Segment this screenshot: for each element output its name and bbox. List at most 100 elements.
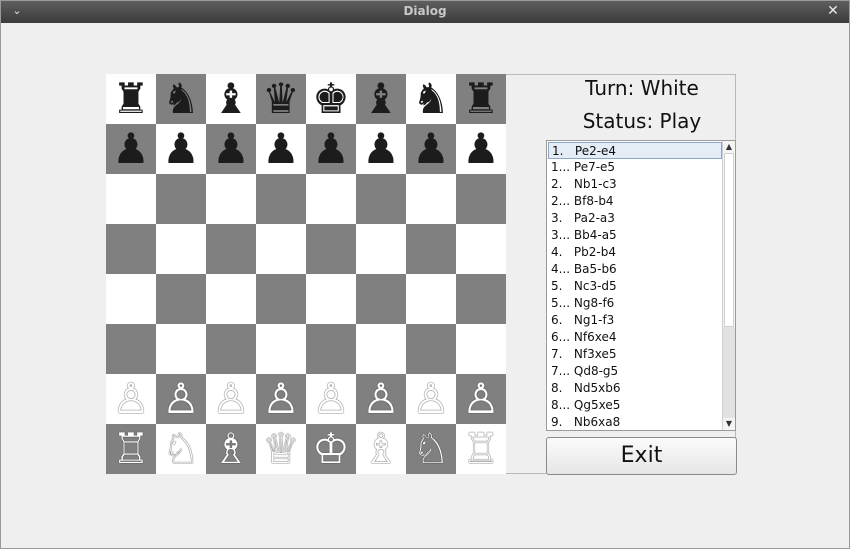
- move-list-item[interactable]: 8... Qg5xe5: [548, 397, 722, 414]
- square-a6[interactable]: [106, 174, 156, 224]
- exit-button[interactable]: Exit: [546, 437, 737, 475]
- square-f7[interactable]: ♟: [356, 124, 406, 174]
- square-b6[interactable]: [156, 174, 206, 224]
- black-piece-icon[interactable]: ♟: [106, 124, 156, 174]
- square-e3[interactable]: [306, 324, 356, 374]
- square-h4[interactable]: [456, 274, 506, 324]
- square-d6[interactable]: [256, 174, 306, 224]
- square-c2[interactable]: ♙: [206, 374, 256, 424]
- square-a4[interactable]: [106, 274, 156, 324]
- move-list-item[interactable]: 1. Pe2-e4: [548, 142, 722, 159]
- square-c7[interactable]: ♟: [206, 124, 256, 174]
- square-g5[interactable]: [406, 224, 456, 274]
- square-h5[interactable]: [456, 224, 506, 274]
- square-c3[interactable]: [206, 324, 256, 374]
- square-g1[interactable]: ♘: [406, 424, 456, 474]
- black-piece-icon[interactable]: ♚: [306, 74, 356, 124]
- square-a5[interactable]: [106, 224, 156, 274]
- white-piece-icon[interactable]: ♘: [406, 424, 456, 474]
- white-piece-icon[interactable]: ♖: [106, 424, 156, 474]
- square-f4[interactable]: [356, 274, 406, 324]
- black-piece-icon[interactable]: ♞: [406, 74, 456, 124]
- black-piece-icon[interactable]: ♛: [256, 74, 306, 124]
- black-piece-icon[interactable]: ♜: [456, 74, 506, 124]
- move-list-item[interactable]: 2... Bf8-b4: [548, 193, 722, 210]
- square-d5[interactable]: [256, 224, 306, 274]
- move-list-item[interactable]: 3... Bb4-a5: [548, 227, 722, 244]
- white-piece-icon[interactable]: ♙: [106, 374, 156, 424]
- chess-board[interactable]: ♜ ♞ ♝ ♛ ♚ ♝ ♞ ♜ ♟ ♟ ♟ ♟ ♟ ♟ ♟ ♟ ♙ ♙ ♙ ♙ ♙ ♙ ♙ ♙ ♖ ♘ ♗ ♕ ♔ ♗ ♘ ♖: [106, 74, 506, 474]
- square-b8[interactable]: ♞: [156, 74, 206, 124]
- scroll-up-arrow-icon[interactable]: ▲: [723, 141, 735, 153]
- square-g4[interactable]: [406, 274, 456, 324]
- square-b5[interactable]: [156, 224, 206, 274]
- white-piece-icon[interactable]: ♗: [356, 424, 406, 474]
- move-list-item[interactable]: 7. Nf3xe5: [548, 346, 722, 363]
- move-list-item[interactable]: 4... Ba5-b6: [548, 261, 722, 278]
- square-f3[interactable]: [356, 324, 406, 374]
- square-d1[interactable]: ♕: [256, 424, 306, 474]
- square-e6[interactable]: [306, 174, 356, 224]
- square-c4[interactable]: [206, 274, 256, 324]
- square-b1[interactable]: ♘: [156, 424, 206, 474]
- square-f6[interactable]: [356, 174, 406, 224]
- square-h1[interactable]: ♖: [456, 424, 506, 474]
- close-icon[interactable]: ✕: [825, 3, 841, 19]
- square-d8[interactable]: ♛: [256, 74, 306, 124]
- white-piece-icon[interactable]: ♕: [256, 424, 306, 474]
- black-piece-icon[interactable]: ♞: [156, 74, 206, 124]
- white-piece-icon[interactable]: ♖: [456, 424, 506, 474]
- white-piece-icon[interactable]: ♙: [306, 374, 356, 424]
- black-piece-icon[interactable]: ♟: [256, 124, 306, 174]
- square-e5[interactable]: [306, 224, 356, 274]
- square-c6[interactable]: [206, 174, 256, 224]
- square-f8[interactable]: ♝: [356, 74, 406, 124]
- square-d4[interactable]: [256, 274, 306, 324]
- white-piece-icon[interactable]: ♗: [206, 424, 256, 474]
- move-list-item[interactable]: 9. Nb6xa8: [548, 414, 722, 430]
- black-piece-icon[interactable]: ♜: [106, 74, 156, 124]
- square-c1[interactable]: ♗: [206, 424, 256, 474]
- move-list-item[interactable]: 6... Nf6xe4: [548, 329, 722, 346]
- square-h6[interactable]: [456, 174, 506, 224]
- square-g6[interactable]: [406, 174, 456, 224]
- square-f5[interactable]: [356, 224, 406, 274]
- white-piece-icon[interactable]: ♘: [156, 424, 206, 474]
- square-h8[interactable]: ♜: [456, 74, 506, 124]
- black-piece-icon[interactable]: ♟: [406, 124, 456, 174]
- square-b7[interactable]: ♟: [156, 124, 206, 174]
- square-h3[interactable]: [456, 324, 506, 374]
- move-list-item[interactable]: 2. Nb1-c3: [548, 176, 722, 193]
- square-g2[interactable]: ♙: [406, 374, 456, 424]
- scroll-down-arrow-icon[interactable]: ▼: [723, 418, 735, 430]
- white-piece-icon[interactable]: ♙: [406, 374, 456, 424]
- move-list-item[interactable]: 5. Nc3-d5: [548, 278, 722, 295]
- move-list-item[interactable]: 8. Nd5xb6: [548, 380, 722, 397]
- white-piece-icon[interactable]: ♙: [356, 374, 406, 424]
- black-piece-icon[interactable]: ♟: [356, 124, 406, 174]
- black-piece-icon[interactable]: ♝: [206, 74, 256, 124]
- square-a2[interactable]: ♙: [106, 374, 156, 424]
- move-list-item[interactable]: 3. Pa2-a3: [548, 210, 722, 227]
- square-h2[interactable]: ♙: [456, 374, 506, 424]
- square-d7[interactable]: ♟: [256, 124, 306, 174]
- black-piece-icon[interactable]: ♟: [306, 124, 356, 174]
- white-piece-icon[interactable]: ♙: [156, 374, 206, 424]
- square-c5[interactable]: [206, 224, 256, 274]
- black-piece-icon[interactable]: ♟: [456, 124, 506, 174]
- square-f1[interactable]: ♗: [356, 424, 406, 474]
- white-piece-icon[interactable]: ♙: [256, 374, 306, 424]
- black-piece-icon[interactable]: ♝: [356, 74, 406, 124]
- square-h7[interactable]: ♟: [456, 124, 506, 174]
- move-list-item[interactable]: 7... Qd8-g5: [548, 363, 722, 380]
- scroll-track[interactable]: [723, 327, 735, 418]
- square-b2[interactable]: ♙: [156, 374, 206, 424]
- square-a8[interactable]: ♜: [106, 74, 156, 124]
- square-a3[interactable]: [106, 324, 156, 374]
- scroll-thumb[interactable]: [724, 153, 734, 327]
- white-piece-icon[interactable]: ♔: [306, 424, 356, 474]
- square-g8[interactable]: ♞: [406, 74, 456, 124]
- square-g3[interactable]: [406, 324, 456, 374]
- square-e7[interactable]: ♟: [306, 124, 356, 174]
- move-list-item[interactable]: 4. Pb2-b4: [548, 244, 722, 261]
